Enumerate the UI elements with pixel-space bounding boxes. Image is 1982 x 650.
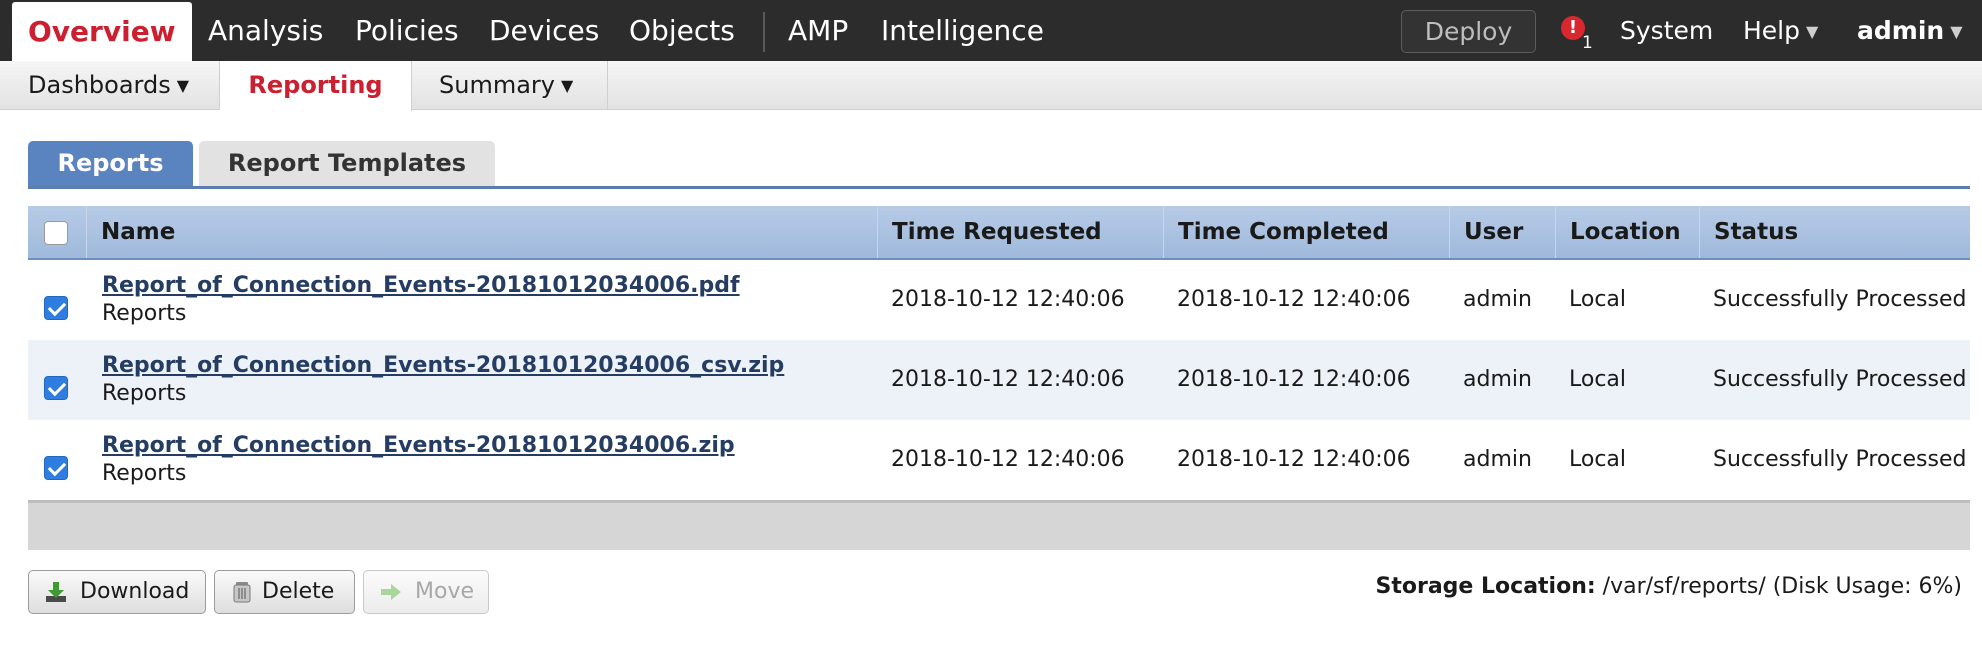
nav-divider	[763, 12, 765, 52]
storage-location-value: /var/sf/reports/ (Disk Usage: 6%)	[1602, 574, 1962, 599]
storage-location: Storage Location: /var/sf/reports/ (Disk…	[1376, 573, 1962, 601]
storage-location-label: Storage Location:	[1375, 574, 1596, 599]
deploy-button[interactable]: Deploy	[1401, 10, 1536, 53]
move-label: Move	[415, 579, 474, 604]
row-checkbox[interactable]	[44, 296, 68, 320]
dashboards-label: Dashboards	[28, 71, 171, 99]
tab-report-templates[interactable]: Report Templates	[199, 141, 495, 186]
report-link[interactable]: Report_of_Connection_Events-201810120340…	[102, 272, 740, 300]
subnav-dashboards[interactable]: Dashboards ▼	[0, 61, 220, 110]
time-requested: 2018-10-12 12:40:06	[891, 287, 1125, 312]
help-label: Help	[1743, 16, 1800, 45]
time-completed: 2018-10-12 12:40:06	[1177, 367, 1411, 392]
report-name-cell: Report_of_Connection_Events-201810120340…	[102, 432, 735, 488]
table-footer	[28, 500, 1970, 550]
report-name-cell: Report_of_Connection_Events-201810120340…	[102, 272, 740, 328]
time-completed: 2018-10-12 12:40:06	[1177, 287, 1411, 312]
sub-navigation-bar: Dashboards ▼ Reporting Summary ▼	[0, 61, 1982, 111]
location-value: Local	[1569, 287, 1627, 312]
table-row: Report_of_Connection_Events-201810120340…	[28, 420, 1970, 500]
alert-count: 1	[1582, 33, 1593, 53]
chevron-down-icon: ▼	[1950, 22, 1963, 41]
nav-overview[interactable]: Overview	[12, 2, 192, 61]
nav-help[interactable]: Help ▼	[1743, 0, 1818, 61]
move-button[interactable]: Move	[363, 570, 489, 614]
report-folder: Reports	[102, 381, 187, 406]
nav-analysis[interactable]: Analysis	[208, 0, 323, 61]
report-folder: Reports	[102, 301, 187, 326]
column-header-user[interactable]: User	[1449, 206, 1555, 258]
chevron-down-icon: ▼	[176, 76, 190, 95]
time-requested: 2018-10-12 12:40:06	[891, 367, 1125, 392]
user-label: admin	[1857, 16, 1945, 45]
table-header: Name Time Requested Time Completed User …	[28, 206, 1970, 260]
table-row: Report_of_Connection_Events-201810120340…	[28, 340, 1970, 420]
status-value: Successfully Processed	[1713, 287, 1967, 312]
user-value: admin	[1463, 447, 1532, 472]
download-button[interactable]: Download	[28, 570, 206, 614]
user-value: admin	[1463, 287, 1532, 312]
nav-intelligence[interactable]: Intelligence	[881, 0, 1044, 61]
row-checkbox[interactable]	[44, 376, 68, 400]
column-header-name[interactable]: Name	[86, 206, 877, 258]
chevron-down-icon: ▼	[560, 76, 574, 95]
nav-amp[interactable]: AMP	[788, 0, 848, 61]
column-header-status[interactable]: Status	[1699, 206, 1970, 258]
status-value: Successfully Processed	[1713, 367, 1967, 392]
user-menu[interactable]: admin ▼	[1857, 0, 1963, 61]
location-value: Local	[1569, 447, 1627, 472]
download-label: Download	[80, 579, 190, 604]
table-row: Report_of_Connection_Events-201810120340…	[28, 260, 1970, 340]
report-folder: Reports	[102, 461, 187, 486]
download-icon	[46, 582, 66, 602]
report-link[interactable]: Report_of_Connection_Events-201810120340…	[102, 352, 784, 380]
row-checkbox[interactable]	[44, 456, 68, 480]
nav-system[interactable]: System	[1620, 0, 1713, 61]
subnav-summary[interactable]: Summary ▼	[412, 61, 608, 110]
subnav-reporting[interactable]: Reporting	[220, 61, 412, 111]
time-completed: 2018-10-12 12:40:06	[1177, 447, 1411, 472]
arrow-right-icon	[381, 584, 401, 600]
trash-icon	[233, 582, 251, 603]
column-header-time-requested[interactable]: Time Requested	[877, 206, 1163, 258]
user-value: admin	[1463, 367, 1532, 392]
location-value: Local	[1569, 367, 1627, 392]
summary-label: Summary	[439, 71, 555, 99]
column-header-time-completed[interactable]: Time Completed	[1163, 206, 1449, 258]
top-navigation-bar: Overview Analysis Policies Devices Objec…	[0, 0, 1982, 61]
report-name-cell: Report_of_Connection_Events-201810120340…	[102, 352, 784, 408]
delete-label: Delete	[262, 579, 335, 604]
status-value: Successfully Processed	[1713, 447, 1967, 472]
delete-button[interactable]: Delete	[214, 570, 355, 614]
report-tabs: Reports Report Templates	[28, 141, 1970, 189]
reports-table: Name Time Requested Time Completed User …	[28, 206, 1970, 550]
column-header-location[interactable]: Location	[1555, 206, 1699, 258]
tab-reports[interactable]: Reports	[28, 141, 193, 186]
nav-objects[interactable]: Objects	[629, 0, 735, 61]
report-link[interactable]: Report_of_Connection_Events-201810120340…	[102, 432, 735, 460]
time-requested: 2018-10-12 12:40:06	[891, 447, 1125, 472]
nav-policies[interactable]: Policies	[355, 0, 459, 61]
nav-devices[interactable]: Devices	[489, 0, 599, 61]
select-all-checkbox[interactable]	[44, 221, 68, 245]
chevron-down-icon: ▼	[1806, 22, 1819, 41]
